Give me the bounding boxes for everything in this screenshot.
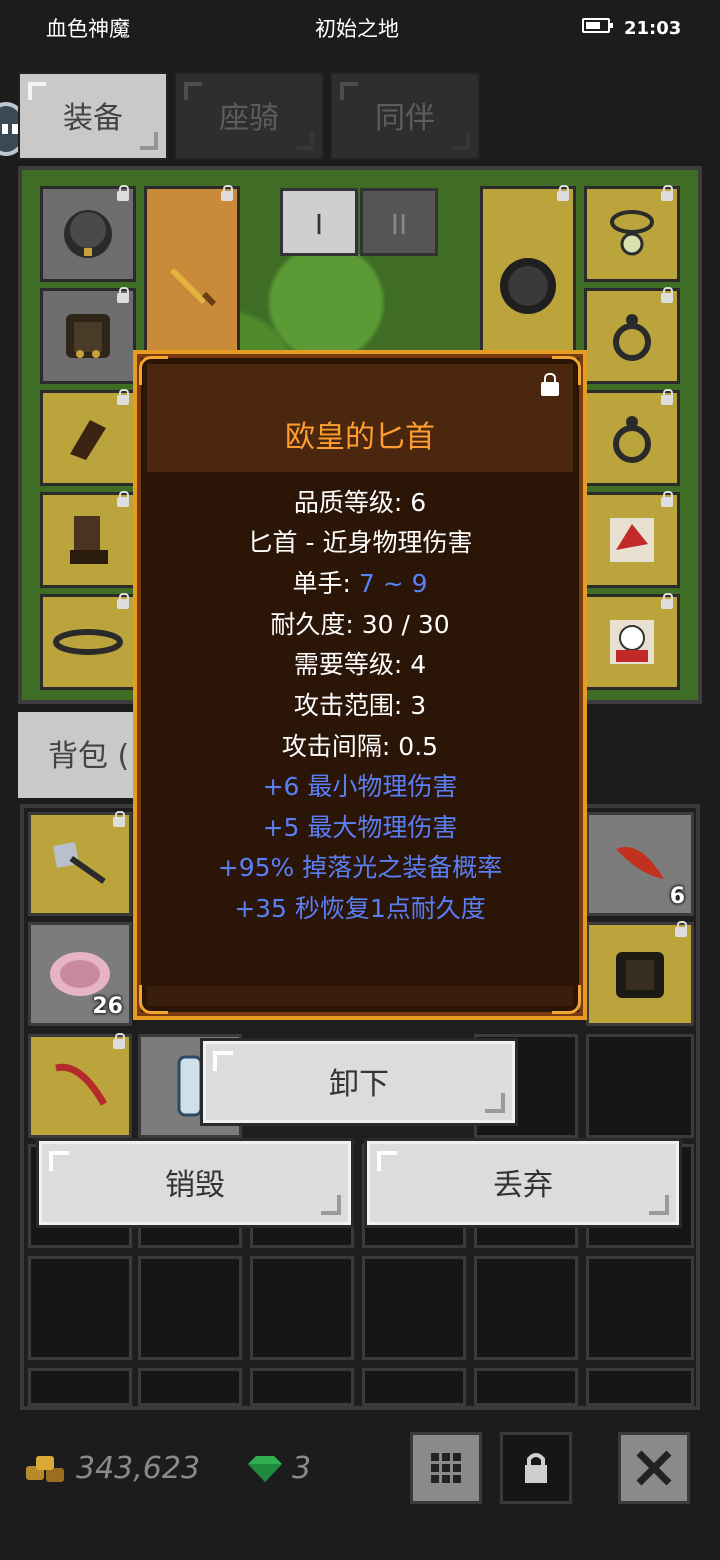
stat-damage-label: 单手: <box>292 569 359 598</box>
belt-icon <box>53 629 123 655</box>
snowman-icon <box>610 620 654 664</box>
close-button[interactable] <box>618 1432 690 1504</box>
armor-icon <box>66 314 110 358</box>
equip-slot-card[interactable] <box>584 491 680 588</box>
tab-equipment[interactable]: 装备 <box>18 72 168 160</box>
tooltip-header: 欧皇的匕首 <box>147 364 573 472</box>
backpack-cell[interactable]: 26 <box>28 922 132 1026</box>
sort-grid-button[interactable] <box>410 1432 482 1504</box>
equip-slot-belt[interactable] <box>40 593 136 690</box>
bow-icon <box>55 1063 108 1106</box>
ring-icon <box>613 314 651 361</box>
item-count: 26 <box>92 994 123 1019</box>
lock-button[interactable] <box>500 1432 572 1504</box>
stat-required-level: 需要等级: 4 <box>293 650 427 679</box>
stat-damage-value: 7 ~ 9 <box>358 569 428 598</box>
stat-quality: 品质等级: 6 <box>293 488 427 517</box>
stat-bonus: +35 秒恢复1点耐久度 <box>234 894 486 923</box>
dagger-icon <box>170 268 217 307</box>
gold-coins-icon <box>26 1456 64 1482</box>
backpack-cell[interactable] <box>474 1256 578 1360</box>
helmet-icon <box>64 210 112 258</box>
equip-set-2-button[interactable]: II <box>360 188 438 256</box>
equip-slot-armor[interactable] <box>40 287 136 384</box>
backpack-cell[interactable] <box>250 1368 354 1406</box>
tab-mount-label: 座骑 <box>219 101 279 136</box>
equip-slot-pet[interactable] <box>584 593 680 690</box>
stat-bonus: +5 最大物理伤害 <box>262 813 458 842</box>
discard-button[interactable]: 丢弃 <box>364 1138 682 1228</box>
close-icon <box>636 1450 672 1486</box>
gem-icon <box>248 1456 282 1482</box>
equip-slot-helmet[interactable] <box>40 185 136 282</box>
equip-slot-amulet[interactable] <box>584 185 680 282</box>
backpack-cell[interactable] <box>250 1256 354 1360</box>
backpack-cell[interactable] <box>28 1033 132 1138</box>
equip-set-1-button[interactable]: I <box>280 188 358 256</box>
ring-icon <box>613 416 651 463</box>
backpack-cell[interactable] <box>586 1368 694 1406</box>
item-tooltip: 欧皇的匕首 品质等级: 6 匕首 - 近身物理伤害 单手: 7 ~ 9 耐久度:… <box>133 350 587 1020</box>
backpack-cell[interactable] <box>362 1368 466 1406</box>
feather-icon <box>616 847 664 879</box>
tab-companion[interactable]: 同伴 <box>330 72 480 160</box>
backpack-cell[interactable] <box>138 1368 242 1406</box>
tab-companion-label: 同伴 <box>375 101 435 136</box>
stat-damage: 单手: 7 ~ 9 <box>137 567 583 601</box>
area-name: 初始之地 <box>315 17 399 41</box>
armor-icon <box>616 952 664 998</box>
backpack-cell[interactable] <box>138 1256 242 1360</box>
stat-bonus: +6 最小物理伤害 <box>262 772 458 801</box>
lock-icon[interactable] <box>541 373 559 396</box>
tab-backpack-label: 背包 ( <box>48 739 130 774</box>
equip-slot-ring-1[interactable] <box>584 287 680 384</box>
amulet-icon <box>610 210 654 256</box>
destroy-label: 销毁 <box>165 1168 225 1203</box>
discard-label: 丢弃 <box>493 1168 553 1203</box>
backpack-cell[interactable] <box>586 921 694 1026</box>
tab-mount[interactable]: 座骑 <box>174 72 324 160</box>
grid-icon <box>431 1453 461 1483</box>
backpack-cell[interactable] <box>474 1368 578 1406</box>
stat-type: 匕首 - 近身物理伤害 <box>247 528 473 557</box>
backpack-cell[interactable] <box>362 1256 466 1360</box>
backpack-cell[interactable] <box>28 811 132 916</box>
battery-icon <box>582 18 613 33</box>
equip-slot-gloves[interactable] <box>40 389 136 486</box>
stat-range: 攻击范围: 3 <box>293 691 427 720</box>
player-name: 血色神魔 <box>46 17 130 41</box>
backpack-cell[interactable]: 6 <box>586 812 694 916</box>
destroy-button[interactable]: 销毁 <box>36 1138 354 1228</box>
stat-bonus: +95% 掉落光之装备概率 <box>217 853 503 882</box>
backpack-cell[interactable] <box>586 1034 694 1138</box>
boots-icon <box>70 516 108 564</box>
unequip-label: 卸下 <box>329 1067 389 1102</box>
unequip-button[interactable]: 卸下 <box>200 1038 518 1126</box>
tab-backpack[interactable]: 背包 ( <box>18 712 148 798</box>
clock: 21:03 <box>624 18 682 39</box>
equip-slot-ring-2[interactable] <box>584 389 680 486</box>
gloves-icon <box>70 420 106 460</box>
gold-amount: 343,623 <box>76 1451 201 1486</box>
equip-slot-boots[interactable] <box>40 491 136 588</box>
shield-icon <box>500 258 556 314</box>
pet-card-icon <box>610 518 654 562</box>
stat-attack-interval: 攻击间隔: 0.5 <box>281 732 439 761</box>
gem-amount: 3 <box>292 1451 312 1486</box>
lock-icon <box>525 1453 547 1483</box>
tab-equipment-label: 装备 <box>63 101 123 136</box>
backpack-cell[interactable] <box>28 1256 132 1360</box>
backpack-cell[interactable] <box>586 1256 694 1360</box>
item-count: 6 <box>669 884 685 909</box>
stat-durability: 耐久度: 30 / 30 <box>270 610 450 639</box>
axe-icon <box>53 842 106 884</box>
item-title: 欧皇的匕首 <box>285 420 435 455</box>
backpack-cell[interactable] <box>28 1368 132 1406</box>
tooltip-footer <box>147 986 573 1006</box>
